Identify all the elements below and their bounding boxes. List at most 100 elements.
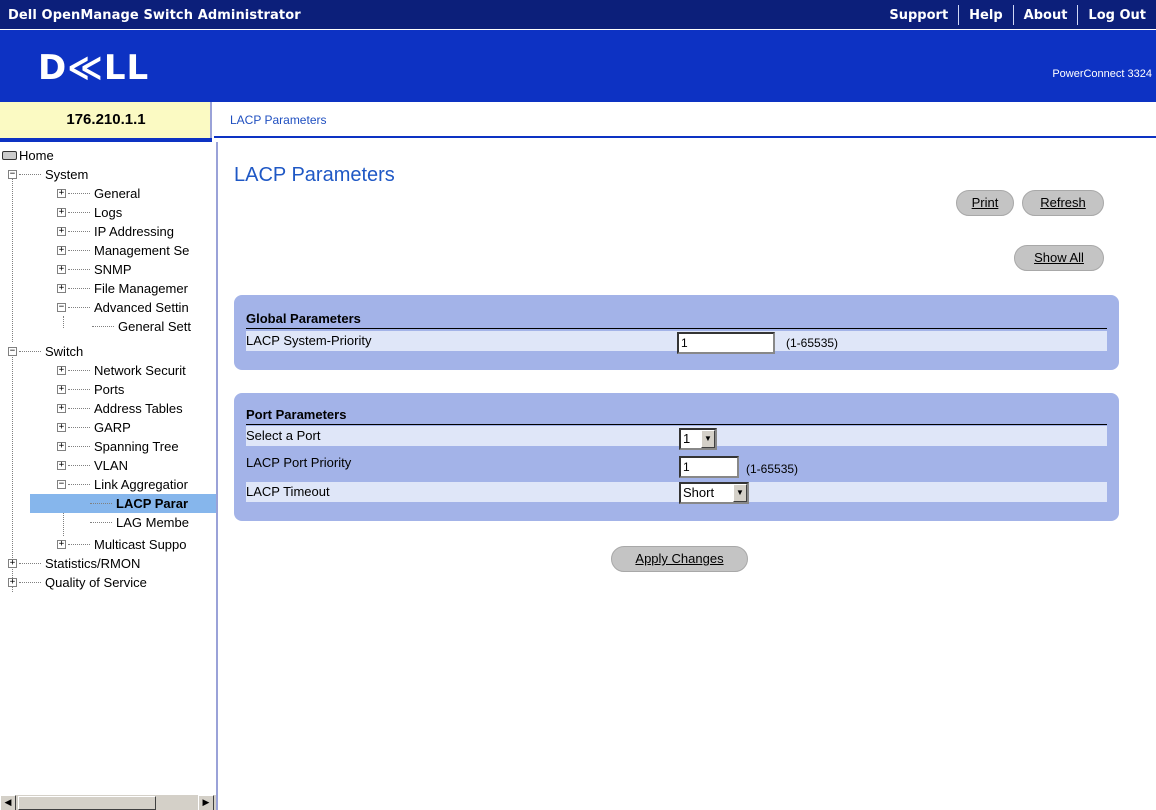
expand-icon[interactable]: + (57, 246, 66, 255)
nav-label: SNMP (94, 262, 132, 277)
about-link[interactable]: About (1014, 8, 1078, 23)
nav-item-logs[interactable]: + Logs (57, 203, 122, 222)
tree-connector (92, 326, 114, 327)
nav-label: Statistics/RMON (45, 556, 141, 571)
nav-item-switch[interactable]: − Switch (8, 342, 83, 361)
print-button[interactable]: Print (956, 190, 1014, 216)
home-icon (2, 151, 17, 160)
nav-tree: Home − System + General + Logs + IP Addr… (0, 142, 218, 810)
nav-label: IP Addressing (94, 224, 174, 239)
nav-item-system[interactable]: − System (8, 165, 88, 184)
expand-icon[interactable]: + (57, 423, 66, 432)
tree-connector (68, 193, 90, 194)
nav-item-link-aggregation[interactable]: − Link Aggregatior (57, 475, 188, 494)
show-all-button[interactable]: Show All (1014, 245, 1104, 271)
nav-item-advanced-settings[interactable]: − Advanced Settin (57, 298, 189, 317)
select-port-label: Select a Port (246, 428, 321, 443)
collapse-icon[interactable]: − (57, 480, 66, 489)
select-port-row: Select a Port 1 ▼ (246, 426, 1107, 450)
nav-item-lacp-parameters[interactable]: LACP Parar (30, 494, 216, 513)
nav-item-garp[interactable]: + GARP (57, 418, 131, 437)
expand-icon[interactable]: + (8, 559, 17, 568)
global-parameters-panel: Global Parameters LACP System-Priority 1… (234, 295, 1119, 370)
nav-item-vlan[interactable]: + VLAN (57, 456, 128, 475)
nav-label: System (45, 167, 89, 182)
nav-item-snmp[interactable]: + SNMP (57, 260, 132, 279)
nav-item-network-security[interactable]: + Network Securit (57, 361, 186, 380)
nav-label: Management Se (94, 243, 190, 258)
support-link[interactable]: Support (879, 8, 958, 23)
timeout-row: LACP Timeout Short ▼ (246, 482, 1107, 504)
system-priority-row: LACP System-Priority 1 (1-65535) (246, 331, 1107, 354)
nav-label: GARP (94, 420, 131, 435)
select-port-dropdown[interactable]: 1 ▼ (679, 428, 717, 450)
nav-item-address-tables[interactable]: + Address Tables (57, 399, 183, 418)
port-priority-range: (1-65535) (746, 462, 799, 476)
tree-connector (68, 408, 90, 409)
page-title: LACP Parameters (234, 164, 395, 186)
collapse-icon[interactable]: − (57, 303, 66, 312)
tree-connector (19, 563, 41, 564)
nav-label: LACP Parar (116, 496, 189, 511)
dell-logo: D≪LL (38, 48, 150, 88)
nav-label: Home (19, 148, 54, 163)
nav-item-ip-addressing[interactable]: + IP Addressing (57, 222, 174, 241)
tree-connector (19, 351, 41, 352)
port-parameters-heading: Port Parameters (246, 407, 1107, 425)
tree-connector (68, 446, 90, 447)
nav-label: Spanning Tree (94, 439, 179, 454)
nav-item-management-security[interactable]: + Management Se (57, 241, 189, 260)
apply-changes-button[interactable]: Apply Changes (611, 546, 748, 572)
expand-icon[interactable]: + (8, 578, 17, 587)
scrollbar-thumb[interactable] (18, 796, 156, 810)
collapse-icon[interactable]: − (8, 347, 17, 356)
nav-label: File Managemer (94, 281, 188, 296)
expand-icon[interactable]: + (57, 208, 66, 217)
tree-connector (90, 522, 112, 523)
expand-icon[interactable]: + (57, 461, 66, 470)
port-priority-input[interactable]: 1 (679, 456, 739, 478)
expand-icon[interactable]: + (57, 284, 66, 293)
nav-label: VLAN (94, 458, 128, 473)
nav-item-general-settings[interactable]: General Sett (92, 317, 191, 336)
nav-item-lag-membership[interactable]: LAG Membe (90, 513, 189, 532)
expand-icon[interactable]: + (57, 442, 66, 451)
expand-icon[interactable]: + (57, 227, 66, 236)
app-title: Dell OpenManage Switch Administrator (8, 8, 301, 23)
device-ip: 176.210.1.1 (66, 111, 146, 128)
expand-icon[interactable]: + (57, 385, 66, 394)
timeout-dropdown[interactable]: Short ▼ (679, 482, 749, 504)
nav-item-statistics-rmon[interactable]: + Statistics/RMON (8, 554, 140, 573)
nav-label: Logs (94, 205, 123, 220)
nav-item-home[interactable]: Home (2, 146, 54, 165)
expand-icon[interactable]: + (57, 189, 66, 198)
expand-icon[interactable]: + (57, 404, 66, 413)
nav-horizontal-scrollbar[interactable]: ◀ ▶ (0, 794, 216, 810)
nav-label: General (94, 186, 141, 201)
scroll-left-icon[interactable]: ◀ (0, 795, 16, 810)
nav-item-multicast-support[interactable]: + Multicast Suppo (57, 535, 187, 554)
scroll-right-icon[interactable]: ▶ (198, 795, 214, 810)
refresh-button[interactable]: Refresh (1022, 190, 1104, 216)
tree-connector (68, 231, 90, 232)
nav-label: Quality of Service (45, 575, 147, 590)
logout-link[interactable]: Log Out (1078, 8, 1156, 23)
expand-icon[interactable]: + (57, 540, 66, 549)
collapse-icon[interactable]: − (8, 170, 17, 179)
nav-item-spanning-tree[interactable]: + Spanning Tree (57, 437, 179, 456)
nav-item-ports[interactable]: + Ports (57, 380, 124, 399)
tree-connector (68, 389, 90, 390)
system-priority-label: LACP System-Priority (246, 333, 372, 348)
expand-icon[interactable]: + (57, 265, 66, 274)
nav-label: Ports (94, 382, 125, 397)
nav-label: Address Tables (94, 401, 183, 416)
nav-item-general[interactable]: + General (57, 184, 140, 203)
system-priority-range: (1-65535) (786, 336, 839, 350)
header-banner: D≪LL PowerConnect 3324 (0, 30, 1156, 102)
tree-line (12, 172, 13, 342)
help-link[interactable]: Help (959, 8, 1012, 23)
expand-icon[interactable]: + (57, 366, 66, 375)
nav-item-quality-of-service[interactable]: + Quality of Service (8, 573, 147, 592)
system-priority-input[interactable]: 1 (677, 332, 775, 354)
nav-item-file-management[interactable]: + File Managemer (57, 279, 188, 298)
